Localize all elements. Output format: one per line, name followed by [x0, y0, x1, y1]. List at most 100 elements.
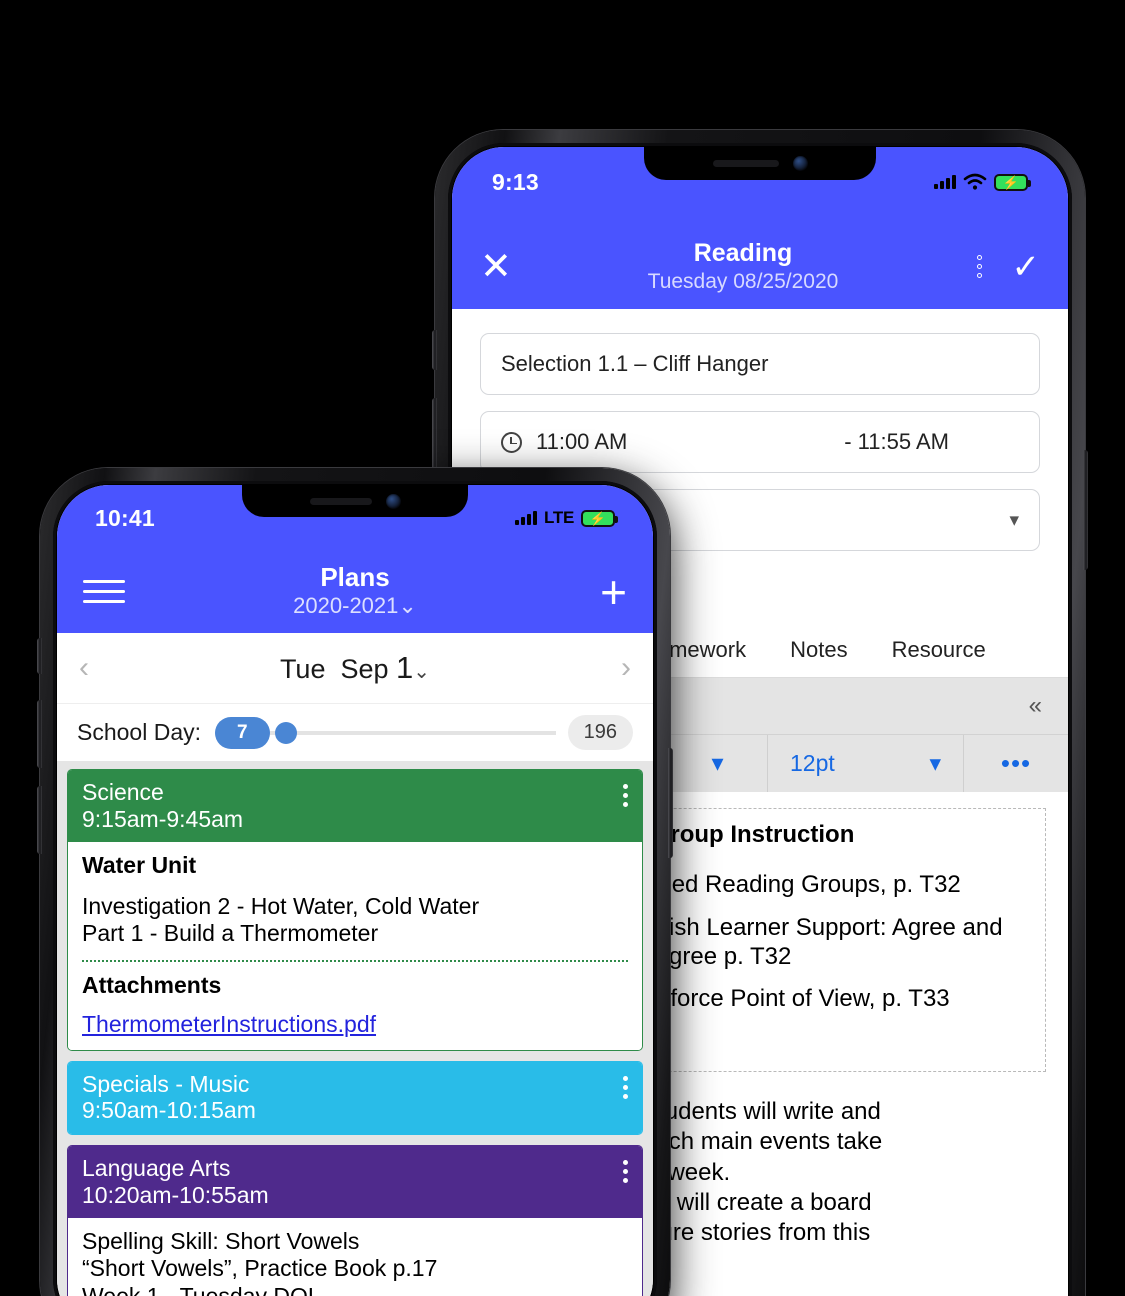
front-camera: [792, 156, 808, 171]
card-line: Part 1 - Build a Thermometer: [82, 920, 379, 947]
school-year-selector[interactable]: 2020-2021⌄: [125, 592, 585, 621]
reading-title-block: Reading Tuesday 08/25/2020: [524, 239, 962, 295]
hamburger-menu-icon[interactable]: [83, 580, 125, 604]
more-options-icon[interactable]: •••: [964, 735, 1068, 792]
notch: [644, 147, 876, 180]
font-size-dropdown[interactable]: 12pt ▾: [768, 735, 964, 792]
notch: [242, 485, 468, 517]
power-button[interactable]: [668, 748, 673, 858]
close-icon[interactable]: ✕: [480, 248, 524, 286]
card-unit-title: Water Unit: [82, 852, 197, 879]
day-label: 1: [396, 650, 414, 685]
front-camera: [385, 493, 401, 509]
school-day-slider-row: School Day: 7 196: [57, 703, 653, 761]
front-phone-screen: 10:41 LTE ⚡ Plans 2020-2021⌄ + ‹ Tue Sep…: [57, 485, 653, 1296]
date-navigation-bar: ‹ Tue Sep 1⌄ ›: [57, 633, 653, 703]
add-plan-button[interactable]: +: [585, 569, 627, 615]
plans-title-block: Plans 2020-2021⌄: [125, 561, 585, 621]
divider: [82, 959, 628, 962]
signal-bars-icon: [934, 175, 956, 189]
front-phone-bezel: 10:41 LTE ⚡ Plans 2020-2021⌄ + ‹ Tue Sep…: [53, 481, 657, 1296]
page-subtitle: Tuesday 08/25/2020: [647, 269, 839, 293]
network-type-label: LTE: [544, 508, 574, 527]
chevron-down-icon: ▾: [929, 750, 941, 776]
screenshot-stage: 9:13 ⚡ ✕ Reading Tuesday 08/25/2020 ✓ Se…: [0, 0, 1125, 1296]
weekday-label: Tue: [279, 654, 326, 684]
school-day-current-value: 7: [215, 716, 270, 749]
card-subject: Science: [82, 779, 164, 805]
time-range-input[interactable]: 11:00 AM - 11:55 AM: [480, 411, 1040, 473]
slider-handle[interactable]: [275, 721, 298, 744]
status-time: 10:41: [95, 504, 155, 531]
page-title: Reading: [693, 238, 793, 267]
power-button[interactable]: [1083, 450, 1088, 570]
previous-day-button[interactable]: ‹: [79, 651, 119, 685]
tab-resources[interactable]: Resource: [870, 621, 1008, 677]
time-start-value: 11:00 AM: [536, 429, 628, 454]
plans-title-row: Plans 2020-2021⌄ +: [57, 561, 653, 621]
card-time: 9:15am-9:45am: [82, 805, 244, 832]
next-day-button[interactable]: ›: [591, 651, 631, 685]
clock-icon: [501, 431, 522, 453]
attachment-link[interactable]: ThermometerInstructions.pdf: [82, 1011, 376, 1037]
card-time: 10:20am-10:55am: [82, 1181, 269, 1208]
plan-cards-list: Science 9:15am-9:45am Water Unit Investi…: [57, 761, 653, 1296]
card-header: Science 9:15am-9:45am: [68, 770, 642, 843]
school-day-slider[interactable]: 7: [215, 716, 556, 749]
mute-switch[interactable]: [37, 638, 42, 674]
month-label: Sep: [340, 654, 389, 684]
selection-value: Selection 1.1 – Cliff Hanger: [501, 351, 769, 376]
time-end-value: - 11:55 AM: [844, 429, 949, 454]
card-line: Week 1 - Tuesday DOL: [82, 1282, 321, 1296]
chevron-up-icon[interactable]: «: [1029, 694, 1042, 718]
list-item: Guided Reading Groups, p. T32: [621, 871, 1031, 900]
card-subject: Language Arts: [82, 1154, 231, 1181]
card-overflow-menu-icon[interactable]: [623, 1159, 628, 1183]
status-indicators: LTE ⚡: [515, 508, 618, 528]
card-section-label: Attachments: [82, 971, 222, 998]
signal-bars-icon: [515, 511, 538, 525]
card-subject: Specials - Music: [82, 1070, 250, 1097]
card-line: “Short Vowels”, Practice Book p.17: [82, 1255, 438, 1282]
card-body: Spelling Skill: Short Vowels “Short Vowe…: [68, 1218, 642, 1296]
volume-up-button[interactable]: [432, 398, 437, 472]
current-date-selector[interactable]: Tue Sep 1⌄: [119, 650, 591, 686]
card-header: Language Arts 10:20am-10:55am: [68, 1145, 642, 1219]
card-time: 9:50am-10:15am: [82, 1097, 256, 1124]
page-title: Plans: [320, 561, 390, 592]
card-line: Investigation 2 - Hot Water, Cold Water: [82, 893, 480, 920]
overflow-menu-icon[interactable]: [962, 255, 996, 279]
chevron-down-icon: ⌄: [398, 593, 417, 619]
plan-card-science[interactable]: Science 9:15am-9:45am Water Unit Investi…: [67, 769, 643, 1051]
school-year-label: 2020-2021: [293, 593, 399, 619]
status-indicators: ⚡: [934, 173, 1031, 191]
mute-switch[interactable]: [432, 330, 437, 370]
font-size-value: 12pt: [790, 750, 835, 776]
chevron-down-icon: ⌄: [413, 661, 431, 683]
card-body: Water Unit Investigation 2 - Hot Water, …: [68, 842, 642, 1050]
school-day-label: School Day:: [77, 719, 202, 745]
card-overflow-menu-icon[interactable]: [623, 1075, 628, 1099]
front-phone-device: 10:41 LTE ⚡ Plans 2020-2021⌄ + ‹ Tue Sep…: [37, 468, 673, 1296]
volume-down-button[interactable]: [37, 786, 42, 854]
earpiece-speaker: [712, 160, 779, 167]
font-family-dropdown[interactable]: ▾: [668, 735, 768, 792]
check-icon[interactable]: ✓: [996, 250, 1041, 284]
battery-charging-icon: ⚡: [994, 173, 1031, 191]
chevron-down-icon: ▾: [1009, 509, 1019, 531]
volume-up-button[interactable]: [37, 700, 42, 768]
list-item: English Learner Support: Agree and Disag…: [621, 914, 1031, 972]
small-group-bullet-list: Guided Reading Groups, p. T32 English Le…: [621, 871, 1031, 1014]
card-overflow-menu-icon[interactable]: [623, 784, 628, 807]
list-item: Reinforce Point of View, p. T33: [621, 985, 1031, 1014]
school-day-total: 196: [567, 715, 633, 750]
card-header: Specials - Music 9:50am-10:15am: [68, 1061, 642, 1134]
selection-input[interactable]: Selection 1.1 – Cliff Hanger: [480, 333, 1040, 395]
battery-charging-icon: ⚡: [581, 509, 618, 527]
tab-notes[interactable]: Notes: [768, 621, 869, 677]
plan-card-music[interactable]: Specials - Music 9:50am-10:15am: [67, 1060, 643, 1135]
wifi-icon: [963, 173, 987, 190]
status-time: 9:13: [492, 168, 539, 195]
reading-title-row: ✕ Reading Tuesday 08/25/2020 ✓: [452, 239, 1068, 295]
plan-card-language-arts[interactable]: Language Arts 10:20am-10:55am Spelling S…: [67, 1144, 643, 1296]
